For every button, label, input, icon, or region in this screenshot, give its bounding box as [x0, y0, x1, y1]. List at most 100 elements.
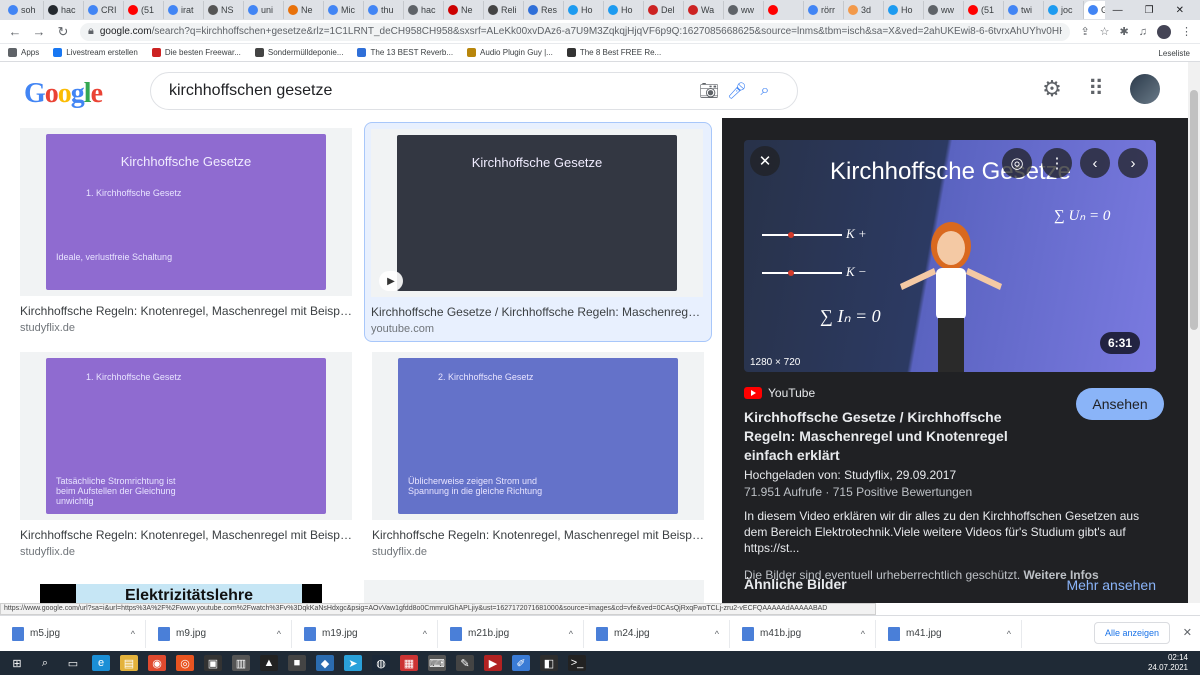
search-icon[interactable]: ⌕ — [751, 82, 779, 100]
system-clock[interactable]: 02:14 24.07.2021 — [1148, 653, 1188, 673]
tool-icon[interactable]: ✎ — [456, 655, 474, 671]
result-thumbnail[interactable]: Kirchhoffsche Gesetze ▶ — [371, 129, 703, 297]
image-result-card[interactable]: 2. Kirchhoffsche Gesetz Üblicherweise zei… — [372, 352, 704, 558]
chevron-up-icon[interactable]: ^ — [715, 629, 719, 639]
result-title[interactable]: Kirchhoffsche Regeln: Knotenregel, Masch… — [372, 528, 704, 542]
close-window-button[interactable]: ✕ — [1176, 5, 1184, 16]
browser-tab[interactable]: twi — [1004, 1, 1044, 19]
windows-start-icon[interactable]: ⊞ — [8, 655, 26, 671]
image-result-card[interactable]: Kirchhoffsche Gesetze 1. Kirchhoffsche Ge… — [20, 128, 352, 334]
bookmark-item[interactable]: Audio Plugin Guy |... — [467, 48, 553, 57]
browser-tab[interactable]: Ne — [444, 1, 484, 19]
reload-icon[interactable]: ↻ — [56, 24, 70, 40]
download-item[interactable]: m5.jpg ^ — [0, 619, 146, 648]
telegram-icon[interactable]: ➤ — [344, 655, 362, 671]
browser-tab[interactable]: joc — [1044, 1, 1084, 19]
download-item[interactable]: m19.jpg ^ — [292, 619, 438, 648]
browser-tab[interactable]: Wa — [684, 1, 724, 19]
image-result-card[interactable]: Kirchhoffsche Gesetze ▶ Kirchhoffsche Gese… — [364, 122, 712, 342]
page-scrollbar[interactable] — [1188, 62, 1200, 603]
browser-tab[interactable]: uni — [244, 1, 284, 19]
steam-icon[interactable]: ◍ — [372, 655, 390, 671]
camera-icon[interactable]: 📷︎ — [695, 81, 723, 101]
address-bar[interactable]: 🔒︎ google.com/search?q=kirchhoffschen+ge… — [80, 22, 1071, 41]
bookmark-item[interactable]: The 8 Best FREE Re... — [566, 48, 661, 57]
media-control-icon[interactable]: ♫ — [1139, 26, 1147, 38]
browser-tab[interactable]: hac — [404, 1, 444, 19]
chevron-up-icon[interactable]: ^ — [423, 629, 427, 639]
lens-icon[interactable]: ◎ — [1002, 148, 1032, 178]
menu-dots-icon[interactable]: ⋮ — [1181, 25, 1192, 38]
browser-tab[interactable]: 3d — [844, 1, 884, 19]
browser-tab[interactable]: NS — [204, 1, 244, 19]
gear-icon[interactable]: ⚙ — [1042, 76, 1062, 102]
image-result-card-partial[interactable] — [364, 580, 704, 603]
app-icon[interactable]: ▥ — [232, 655, 250, 671]
image-result-card[interactable]: 1. Kirchhoffsche Gesetz Tatsächliche Stro… — [20, 352, 352, 558]
browser-tab[interactable]: Reli — [484, 1, 524, 19]
show-all-button[interactable]: Alle anzeigen — [1093, 622, 1170, 644]
browser-tab[interactable]: Mic — [324, 1, 364, 19]
browser-tab[interactable]: Res — [524, 1, 564, 19]
result-title[interactable]: Kirchhoffsche Gesetze / Kirchhoffsche Re… — [371, 305, 705, 319]
download-item[interactable]: m41.jpg ^ — [876, 619, 1022, 648]
download-item[interactable]: m21b.jpg ^ — [438, 619, 584, 648]
result-thumbnail[interactable]: 1. Kirchhoffsche Gesetz Tatsächliche Stro… — [20, 352, 352, 520]
chevron-up-icon[interactable]: ^ — [277, 629, 281, 639]
browser-tab[interactable]: (51 — [964, 1, 1004, 19]
browser-tab[interactable]: (51 — [124, 1, 164, 19]
preview-image[interactable]: Kirchhoffsche Gesetze K + K − ∑ Iₙ = 0 ∑… — [744, 140, 1156, 372]
extensions-icon[interactable]: ✱ — [1120, 25, 1129, 38]
browser-tab[interactable]: CRI — [84, 1, 124, 19]
browser-tab[interactable]: rörr — [804, 1, 844, 19]
chevron-up-icon[interactable]: ^ — [861, 629, 865, 639]
apps-grid-icon[interactable]: ⠿ — [1088, 76, 1104, 102]
result-title[interactable]: Kirchhoffsche Regeln: Knotenregel, Masch… — [20, 304, 352, 318]
triangle-app-icon[interactable]: ▲ — [260, 655, 278, 671]
console-icon[interactable]: >_ — [568, 655, 586, 671]
chevron-up-icon[interactable]: ^ — [131, 629, 135, 639]
terminal-icon[interactable]: ▣ — [204, 655, 222, 671]
browser-tab[interactable]: Ho — [884, 1, 924, 19]
search-icon[interactable]: ⌕ — [36, 655, 54, 671]
browser-tab[interactable]: Ne — [284, 1, 324, 19]
lock-icon[interactable]: 🔒︎ — [88, 25, 94, 38]
profile-avatar[interactable] — [1130, 74, 1160, 104]
bookmark-item[interactable]: Sondermülldeponie... — [254, 48, 343, 57]
profile-avatar-small[interactable] — [1157, 24, 1171, 39]
image-result-card[interactable]: Elektrizitätslehre — [40, 584, 372, 603]
microphone-icon[interactable]: 🎤︎ — [723, 81, 751, 101]
result-title[interactable]: Kirchhoffsche Regeln: Knotenregel, Masch… — [20, 528, 352, 542]
browser-tab[interactable]: thu — [364, 1, 404, 19]
prev-arrow-icon[interactable]: ‹ — [1080, 148, 1110, 178]
browser-tab[interactable]: Ho — [564, 1, 604, 19]
pen-app-icon[interactable]: ✐ — [512, 655, 530, 671]
browser-tab[interactable]: ww — [724, 1, 764, 19]
google-logo[interactable]: Google — [24, 78, 103, 110]
ubuntu-icon[interactable]: ◎ — [176, 655, 194, 671]
keyboard-icon[interactable]: ⌨ — [428, 655, 446, 671]
result-thumbnail[interactable]: 2. Kirchhoffsche Gesetz Üblicherweise zei… — [372, 352, 704, 520]
video-app-icon[interactable]: ▶ — [484, 655, 502, 671]
download-item[interactable]: m24.jpg ^ — [584, 619, 730, 648]
next-arrow-icon[interactable]: › — [1118, 148, 1148, 178]
bookmark-item[interactable]: Apps — [8, 48, 39, 57]
search-box[interactable]: kirchhoffschen gesetze 📷︎ 🎤︎ ⌕ — [150, 72, 798, 110]
taskview-icon[interactable]: ▭ — [64, 655, 82, 671]
browser-tab[interactable]: irat — [164, 1, 204, 19]
chrome-icon[interactable]: ◉ — [148, 655, 166, 671]
browser-tab[interactable]: soh — [4, 1, 44, 19]
share-icon[interactable]: ⇪ — [1080, 25, 1089, 38]
chevron-up-icon[interactable]: ^ — [1007, 629, 1011, 639]
more-vert-icon[interactable]: ⋮ — [1042, 148, 1072, 178]
browser-tab[interactable] — [764, 1, 804, 19]
download-item[interactable]: m9.jpg ^ — [146, 619, 292, 648]
bookmark-item[interactable]: Die besten Freewar... — [151, 48, 241, 57]
result-thumbnail[interactable]: Kirchhoffsche Gesetze 1. Kirchhoffsche Ge… — [20, 128, 352, 296]
explorer-icon[interactable]: ▤ — [120, 655, 138, 671]
star-icon[interactable]: ☆ — [1100, 25, 1110, 38]
red-app-icon[interactable]: ▦ — [400, 655, 418, 671]
edge-icon[interactable]: e — [92, 655, 110, 671]
browser-tab[interactable]: Del — [644, 1, 684, 19]
scrollbar-thumb[interactable] — [1190, 90, 1198, 330]
